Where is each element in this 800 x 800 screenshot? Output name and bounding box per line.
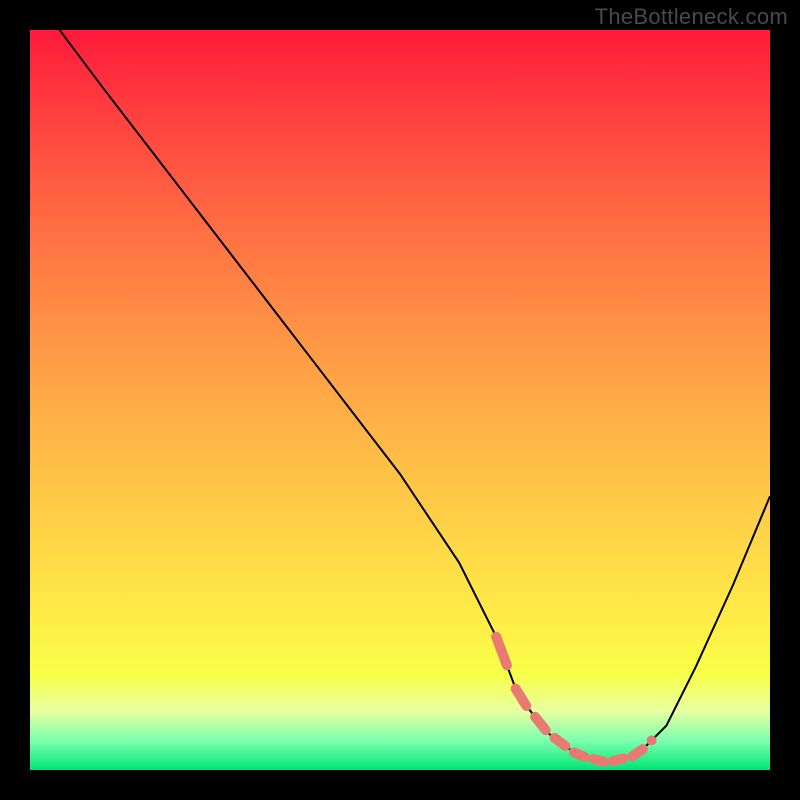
optimal-range-highlight [496,637,643,762]
bottleneck-curve-line [60,30,770,763]
watermark-text: TheBottleneck.com [595,4,788,30]
chart-svg [30,30,770,770]
chart-plot-area [30,30,770,770]
